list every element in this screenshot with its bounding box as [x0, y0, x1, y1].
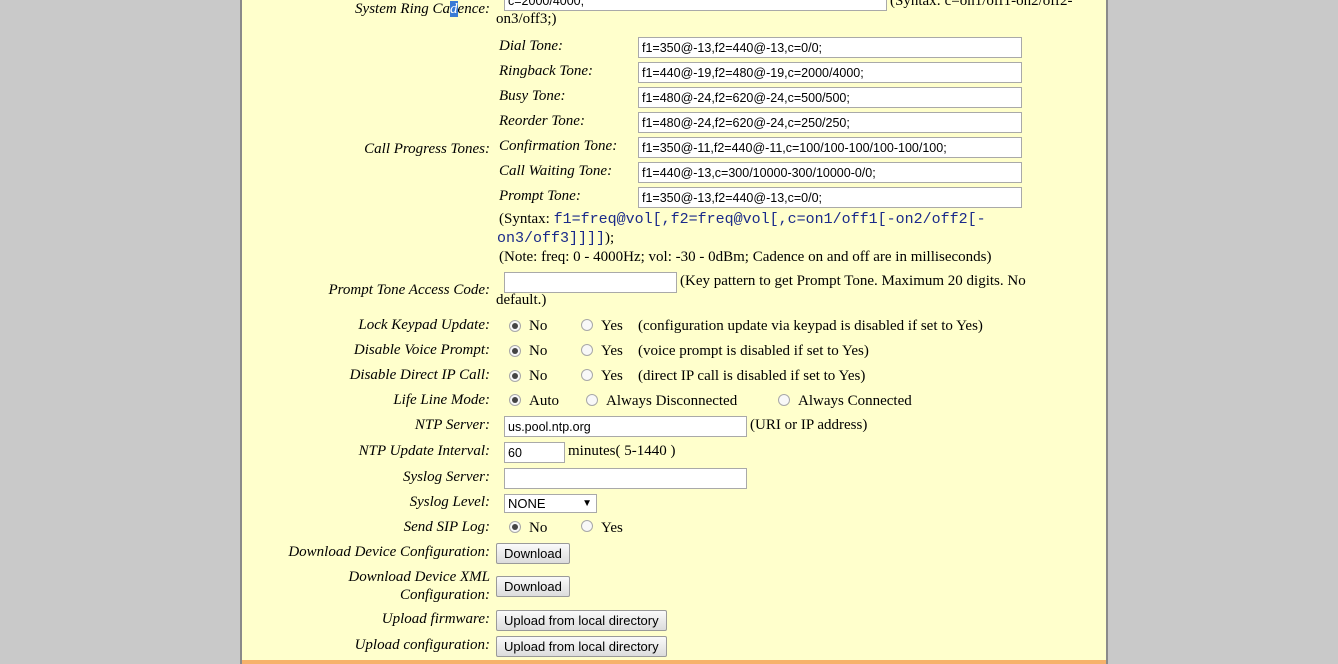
dial-tone-input[interactable]: [638, 37, 1022, 58]
dial-tone-label: Dial Tone:: [499, 38, 564, 54]
tone-syntax-line1: (Syntax: f1=freq@vol[,f2=freq@vol[,c=on1…: [499, 211, 986, 228]
syslog-server-label: Syslog Server:: [402, 469, 490, 485]
download-xml-button[interactable]: Download: [496, 576, 570, 597]
reorder-tone-input[interactable]: [638, 112, 1022, 133]
lock-keypad-hint: (configuration update via keypad is disa…: [638, 318, 983, 334]
life-line-mode-label: Life Line Mode:: [393, 392, 490, 408]
ntp-server-input[interactable]: [504, 416, 747, 437]
prompt-access-code-label: Prompt Tone Access Code:: [328, 282, 490, 298]
syslog-level-value: NONE: [508, 496, 546, 511]
life-line-disconnected-label: Always Disconnected: [606, 393, 738, 409]
disable-ip-yes-radio[interactable]: [581, 369, 593, 381]
disable-ip-hint: (direct IP call is disabled if set to Ye…: [638, 368, 866, 384]
lock-keypad-no-label: No: [529, 318, 548, 334]
busy-tone-label: Busy Tone:: [499, 88, 566, 104]
reorder-tone-label: Reorder Tone:: [499, 113, 585, 129]
upload-config-button[interactable]: Upload from local directory: [496, 636, 667, 657]
lock-keypad-yes-label: Yes: [601, 318, 623, 334]
download-xml-label: Download Device XML: [348, 569, 490, 585]
ntp-interval-hint: minutes( 5-1440 ): [568, 443, 676, 459]
disable-ip-no-label: No: [529, 368, 548, 384]
call-waiting-tone-input[interactable]: [638, 162, 1022, 183]
life-line-connected-label: Always Connected: [798, 393, 912, 409]
disable-voice-no-label: No: [529, 343, 548, 359]
disable-ip-yes-label: Yes: [601, 368, 623, 384]
chevron-down-icon: ▼: [582, 498, 592, 509]
send-sip-yes-radio[interactable]: [581, 520, 593, 532]
prompt-tone-label: Prompt Tone:: [499, 188, 581, 204]
lock-keypad-no-radio[interactable]: [509, 320, 521, 332]
send-sip-no-radio[interactable]: [509, 521, 521, 533]
tone-note: (Note: freq: 0 - 4000Hz; vol: -30 - 0dBm…: [499, 249, 992, 265]
life-line-connected-radio[interactable]: [778, 394, 790, 406]
tone-syntax-line2: on3/off3]]]]);: [497, 230, 615, 247]
life-line-auto-label: Auto: [529, 393, 559, 409]
download-config-label: Download Device Configuration:: [288, 544, 490, 560]
call-progress-tones-label: Call Progress Tones:: [364, 141, 490, 157]
syslog-level-select[interactable]: NONE ▼: [504, 494, 597, 513]
disable-ip-no-radio[interactable]: [509, 370, 521, 382]
ntp-server-hint: (URI or IP address): [750, 417, 868, 433]
lock-keypad-yes-radio[interactable]: [581, 319, 593, 331]
confirmation-tone-label: Confirmation Tone:: [499, 138, 618, 154]
ringback-tone-label: Ringback Tone:: [499, 63, 594, 79]
download-config-button[interactable]: Download: [496, 543, 570, 564]
disable-voice-no-radio[interactable]: [509, 345, 521, 357]
upload-firmware-label: Upload firmware:: [381, 611, 490, 627]
prompt-access-code-hint: (Key pattern to get Prompt Tone. Maximum…: [680, 273, 1026, 289]
send-sip-log-label: Send SIP Log:: [403, 519, 490, 535]
prompt-access-code-hint-cont: default.): [496, 292, 547, 308]
ntp-interval-label: NTP Update Interval:: [358, 443, 490, 459]
syslog-server-input[interactable]: [504, 468, 747, 489]
upload-firmware-button[interactable]: Upload from local directory: [496, 610, 667, 631]
life-line-disconnected-radio[interactable]: [586, 394, 598, 406]
call-waiting-tone-label: Call Waiting Tone:: [499, 163, 613, 179]
ringback-tone-input[interactable]: [638, 62, 1022, 83]
life-line-auto-radio[interactable]: [509, 394, 521, 406]
disable-ip-call-label: Disable Direct IP Call:: [349, 367, 490, 383]
disable-voice-yes-radio[interactable]: [581, 344, 593, 356]
syslog-level-label: Syslog Level:: [409, 494, 490, 510]
download-xml-label-cont: Configuration:: [399, 587, 490, 603]
ring-cadence-syntax-cont: on3/off3;): [496, 11, 557, 27]
ntp-server-label: NTP Server:: [414, 417, 490, 433]
disable-voice-hint: (voice prompt is disabled if set to Yes): [638, 343, 869, 359]
disable-voice-prompt-label: Disable Voice Prompt:: [353, 342, 490, 358]
bottom-action-bar: [242, 660, 1106, 664]
upload-config-label: Upload configuration:: [354, 637, 490, 653]
ring-cadence-label: System Ring Cadence:: [355, 1, 490, 17]
send-sip-no-label: No: [529, 520, 548, 536]
ntp-interval-input[interactable]: [504, 442, 565, 463]
send-sip-yes-label: Yes: [601, 520, 623, 536]
lock-keypad-label: Lock Keypad Update:: [358, 317, 490, 333]
confirmation-tone-input[interactable]: [638, 137, 1022, 158]
prompt-tone-input[interactable]: [638, 187, 1022, 208]
prompt-access-code-input[interactable]: [504, 272, 677, 293]
busy-tone-input[interactable]: [638, 87, 1022, 108]
ring-cadence-input[interactable]: [504, 0, 887, 11]
ring-cadence-syntax: (Syntax: c=on1/off1-on2/off2-: [890, 0, 1073, 9]
disable-voice-yes-label: Yes: [601, 343, 623, 359]
